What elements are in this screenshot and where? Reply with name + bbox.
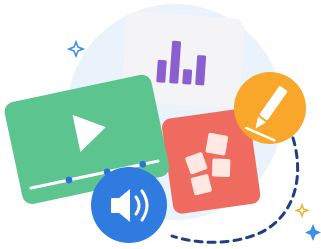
- sparkle-icon: [66, 39, 86, 59]
- learning-media-illustration: [0, 0, 321, 249]
- chart-bar: [182, 69, 193, 85]
- speaker-base: [111, 198, 119, 213]
- sparkle-icon: [294, 202, 310, 219]
- tile: [205, 132, 229, 156]
- illustration-canvas: [4, 4, 321, 244]
- speaker-badge: [91, 167, 167, 243]
- chart-bar: [156, 59, 167, 83]
- tile: [211, 158, 231, 178]
- sparkle-icon: [305, 224, 321, 241]
